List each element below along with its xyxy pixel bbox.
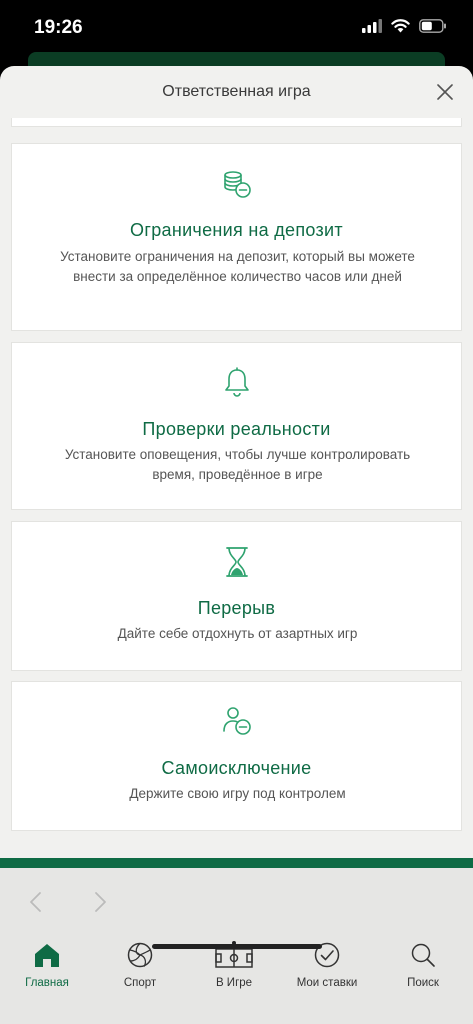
- card-title: Проверки реальности: [142, 419, 331, 439]
- user-minus-icon: [222, 707, 251, 735]
- previous-card-edge: [11, 118, 462, 127]
- card-title: Самоисключение: [161, 758, 312, 778]
- green-divider-band: [0, 858, 473, 868]
- card-title: Ограничения на депозит: [130, 220, 343, 240]
- status-icons: [362, 19, 447, 33]
- home-indicator: [152, 944, 322, 949]
- tab-home[interactable]: Главная: [2, 938, 92, 989]
- card-description: Установите ограничения на депозит, котор…: [60, 249, 415, 284]
- back-arrow-icon[interactable]: [24, 890, 48, 914]
- card-time-out[interactable]: Перерыв Дайте себе отдохнуть от азартных…: [11, 521, 462, 671]
- sheet-header: Ответственная игра: [0, 66, 473, 118]
- card-description: Установите оповещения, чтобы лучше контр…: [64, 447, 411, 482]
- tab-search[interactable]: Поиск: [378, 938, 468, 989]
- close-icon: [437, 84, 453, 100]
- close-button[interactable]: [433, 80, 457, 104]
- ball-icon: [127, 942, 153, 968]
- card-title: Перерыв: [197, 598, 276, 618]
- hourglass-icon: [225, 547, 248, 577]
- sheet-title: Ответственная игра: [162, 83, 311, 100]
- tab-label: Спорт: [123, 977, 157, 989]
- card-description: Дайте себе отдохнуть от азартных игр: [117, 626, 358, 641]
- coins-icon: [223, 171, 251, 198]
- tab-label: Поиск: [407, 977, 439, 989]
- cellular-signal-icon: [362, 19, 382, 33]
- responsible-gaming-sheet: Ответственная игра Ограничения на депози…: [0, 66, 473, 1024]
- tab-label: Главная: [25, 977, 69, 989]
- home-icon: [35, 944, 59, 967]
- battery-icon: [419, 19, 446, 33]
- status-bar: 19:26: [0, 0, 473, 60]
- status-time: 19:26: [34, 17, 83, 38]
- tab-label: В Игре: [215, 977, 253, 989]
- bell-icon: [224, 367, 249, 397]
- forward-arrow-icon[interactable]: [88, 890, 112, 914]
- card-deposit-limits[interactable]: Ограничения на депозит Установите ограни…: [11, 143, 462, 331]
- card-description: Держите свою игру под контролем: [129, 786, 346, 801]
- wifi-icon: [391, 19, 410, 33]
- card-reality-checks[interactable]: Проверки реальности Установите оповещени…: [11, 342, 462, 510]
- card-self-exclusion[interactable]: Самоисключение Держите свою игру под кон…: [11, 681, 462, 831]
- tab-label: Мои ставки: [296, 977, 358, 989]
- search-icon: [411, 943, 435, 967]
